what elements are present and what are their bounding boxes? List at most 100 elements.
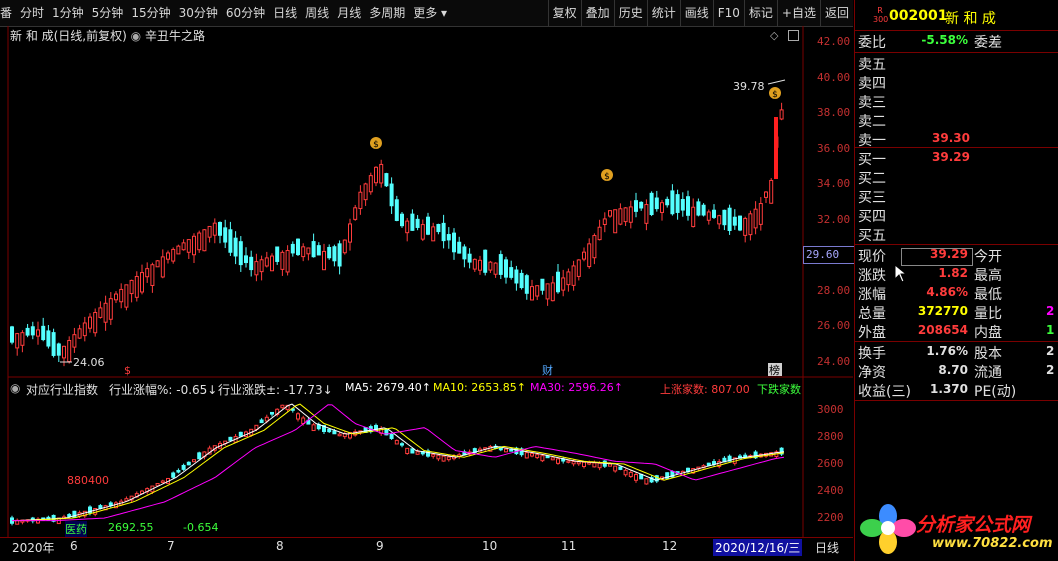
sub-candle xyxy=(415,451,420,455)
panel-value: 2 xyxy=(1046,363,1055,377)
sub-candle xyxy=(504,448,508,453)
sub-candle xyxy=(535,454,540,459)
ma10-line xyxy=(12,403,785,522)
candle xyxy=(41,325,46,341)
sub-candle xyxy=(327,428,332,433)
candle xyxy=(368,175,373,193)
sub-candle xyxy=(228,436,233,441)
sub-ma-lines xyxy=(12,403,785,522)
candle xyxy=(686,196,690,216)
panel-label: 换手 xyxy=(858,346,886,362)
site-logo: 分析家公式网 www.70822.com xyxy=(858,500,1054,558)
panel-row: 卖三 xyxy=(856,92,1056,111)
sub-candle xyxy=(259,419,264,424)
candle xyxy=(389,183,394,207)
panel-row: 卖五 xyxy=(856,54,1056,73)
candle xyxy=(732,216,737,226)
money-bag-icon[interactable]: $ xyxy=(601,169,613,182)
sub-candle xyxy=(628,471,633,477)
candle xyxy=(488,261,493,271)
candle xyxy=(254,261,259,276)
candle xyxy=(124,284,129,308)
candle xyxy=(743,217,748,236)
sub-toggle-icon[interactable]: ◉ xyxy=(10,381,20,395)
candle xyxy=(301,246,306,258)
sub-candle xyxy=(186,461,191,466)
candle xyxy=(192,235,196,256)
candle xyxy=(316,245,321,256)
flower-icon xyxy=(860,504,916,554)
high-price-label: 39.78 xyxy=(733,80,765,93)
candle xyxy=(623,207,628,223)
candle xyxy=(186,239,191,253)
money-bag-icon[interactable]: $ xyxy=(370,137,382,150)
x-tick: 7 xyxy=(167,539,175,553)
candle xyxy=(374,166,378,184)
candle xyxy=(483,249,488,273)
panel-row: 涨幅 4.86% 最低 xyxy=(856,284,1056,303)
candle xyxy=(779,109,784,120)
kline-chart[interactable]: 39.78 24.06 $ $ $ $ 财 榜 xyxy=(0,0,853,537)
panel-value: 372770 xyxy=(917,304,968,318)
sub-title[interactable]: 对应行业指数 xyxy=(26,381,98,398)
panel-label: 买一 xyxy=(858,152,886,168)
candle xyxy=(67,340,72,363)
sub-candle xyxy=(550,457,555,461)
panel-label: 股本 xyxy=(974,346,1002,362)
sub-y-tick: 2200 xyxy=(817,511,844,524)
candle xyxy=(155,260,160,268)
bang-marker[interactable]: 榜 xyxy=(769,363,780,377)
date-box: 2020/12/16/三 xyxy=(713,539,803,556)
candle xyxy=(197,232,202,251)
panel-label: 内盘 xyxy=(974,325,1002,341)
panel-value: 1.82 xyxy=(938,266,968,280)
panel-row: 买一 39.29 xyxy=(856,149,1056,168)
candle xyxy=(384,173,389,187)
candle xyxy=(665,198,670,206)
panel-value: 208654 xyxy=(917,323,968,337)
candle xyxy=(98,307,103,318)
candle xyxy=(400,213,404,227)
candle xyxy=(51,332,56,356)
candle xyxy=(218,221,222,236)
sub-zhangfu: 行业涨幅%: -0.65↓ xyxy=(109,383,218,397)
panel-row: 净资 8.70 流通 2 xyxy=(856,362,1056,381)
cai-marker[interactable]: 财 xyxy=(542,363,553,377)
panel-label: 涨幅 xyxy=(858,287,886,303)
candle xyxy=(582,251,586,260)
candle xyxy=(160,256,165,278)
candle xyxy=(576,259,581,277)
sub-ma30: MA30: 2596.26↑ xyxy=(530,381,623,394)
money-bag-icon[interactable]: $ xyxy=(769,87,781,100)
sub-candle xyxy=(400,443,404,446)
x-tick: 6 xyxy=(70,539,78,553)
sub-candle xyxy=(566,460,571,463)
candle xyxy=(602,218,607,225)
price-box xyxy=(901,248,973,266)
candle xyxy=(181,242,186,251)
candle xyxy=(25,327,30,336)
panel-label: 量比 xyxy=(974,306,1002,322)
candle xyxy=(550,282,555,302)
candle xyxy=(472,258,477,270)
candle xyxy=(93,312,98,334)
candle xyxy=(540,278,545,291)
candle xyxy=(342,239,347,254)
period-label[interactable]: 日线 xyxy=(815,539,839,556)
sub-candle xyxy=(623,469,628,476)
panel-row: 卖一 39.30 xyxy=(856,130,1056,149)
panel-row: 买四 xyxy=(856,206,1056,225)
s-marker[interactable]: $ xyxy=(124,364,131,377)
candle xyxy=(691,206,696,228)
candle xyxy=(394,199,399,221)
candle xyxy=(467,253,472,263)
candle xyxy=(228,229,233,253)
candle xyxy=(613,209,618,234)
sub-candle xyxy=(337,433,342,437)
sub-y-tick: 3000 xyxy=(817,403,844,416)
sub-candle xyxy=(332,430,337,435)
sub-candle xyxy=(67,514,72,517)
logo-url: www.70822.com xyxy=(932,536,1053,551)
panel-label: 收益(三) xyxy=(858,384,911,400)
sub-down-count: 下跌家数 xyxy=(757,383,801,396)
